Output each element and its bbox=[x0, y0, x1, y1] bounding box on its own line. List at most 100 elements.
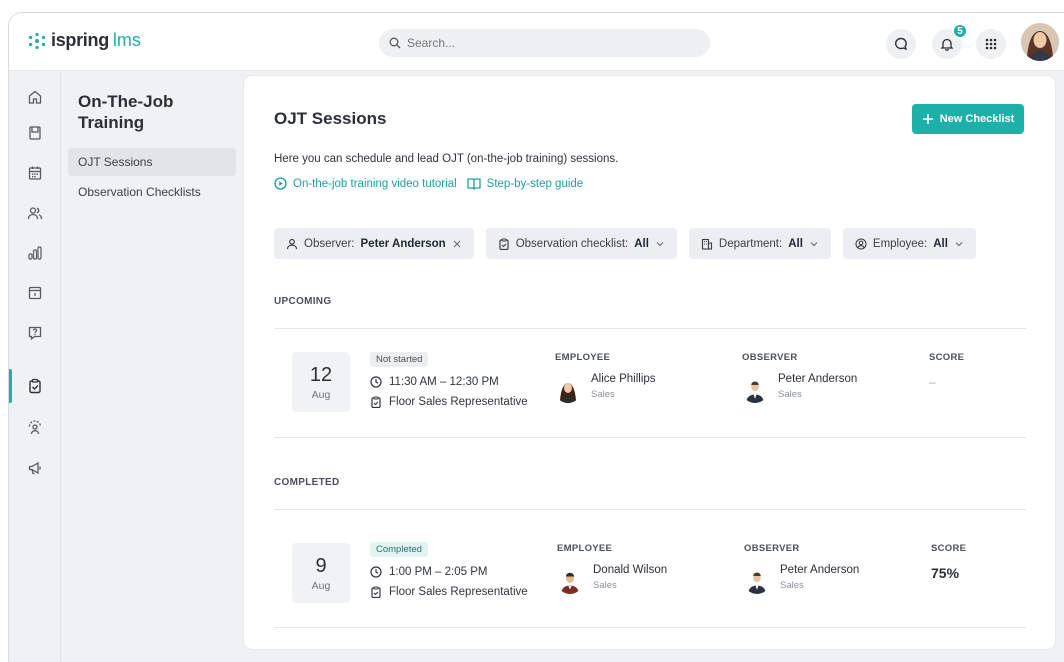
session-row-upcoming[interactable]: 12 Aug Not started 11:30 AM – 12:30 PM F… bbox=[274, 329, 1026, 439]
filter-observer-label: Observer: bbox=[304, 237, 355, 250]
session-time: 11:30 AM – 12:30 PM bbox=[370, 376, 499, 388]
page-title: OJT Sessions bbox=[274, 109, 387, 128]
search-input[interactable] bbox=[407, 36, 687, 50]
user-circle-icon bbox=[855, 237, 867, 250]
session-date: 12 Aug bbox=[292, 352, 350, 412]
clock-icon bbox=[370, 376, 382, 388]
observer-name: Peter Anderson bbox=[780, 564, 860, 576]
observer-avatar-image bbox=[744, 568, 770, 594]
filter-employee[interactable]: Employee: All bbox=[842, 228, 976, 259]
ispring-logo-icon bbox=[28, 32, 46, 49]
section-nav: On-The-Job Training OJT Sessions Observa… bbox=[62, 71, 244, 662]
clipboard-check-icon bbox=[371, 586, 381, 598]
home-icon bbox=[28, 90, 42, 104]
observer-column-header: OBSERVER bbox=[742, 352, 798, 363]
chevron-down-icon bbox=[810, 241, 818, 246]
status-badge: Completed bbox=[370, 542, 428, 557]
filter-checklist[interactable]: Observation checklist: All bbox=[485, 228, 677, 259]
filter-observer-value: Peter Anderson bbox=[360, 237, 446, 250]
filter-department[interactable]: Department: All bbox=[688, 228, 831, 259]
session-row-completed[interactable]: 9 Aug Completed 1:00 PM – 2:05 PM Floor … bbox=[274, 519, 1026, 629]
rail-events[interactable] bbox=[23, 281, 47, 305]
clipboard-check-icon bbox=[371, 396, 381, 408]
observer-avatar-image bbox=[742, 377, 768, 403]
notifications-button[interactable]: 5 bbox=[932, 23, 968, 59]
video-tutorial-link[interactable]: On-the-job training video tutorial bbox=[274, 177, 457, 190]
new-checklist-button[interactable]: New Checklist bbox=[912, 104, 1024, 134]
session-observer[interactable]: Peter Anderson Sales bbox=[744, 564, 859, 594]
filter-observer[interactable]: Observer: Peter Anderson bbox=[274, 228, 474, 259]
employee-avatar-image bbox=[557, 568, 583, 594]
session-observer[interactable]: Peter Anderson Sales bbox=[742, 373, 857, 403]
employee-column-header: EMPLOYEE bbox=[557, 543, 613, 554]
filter-employee-label: Employee: bbox=[872, 237, 928, 250]
rail-mentoring[interactable] bbox=[23, 416, 47, 440]
employee-department: Sales bbox=[593, 580, 617, 591]
upcoming-heading: UPCOMING bbox=[274, 296, 332, 307]
filter-bar: Observer: Peter Anderson Observation che… bbox=[274, 228, 976, 259]
clipboard-icon bbox=[499, 238, 509, 250]
rail-reports[interactable] bbox=[23, 241, 47, 265]
session-day: 9 bbox=[315, 554, 327, 577]
rail-calendar[interactable] bbox=[23, 161, 47, 185]
apps-button[interactable] bbox=[976, 29, 1006, 59]
user-avatar[interactable] bbox=[1021, 23, 1059, 61]
score-column-header: SCORE bbox=[931, 543, 967, 554]
chevron-down-icon bbox=[656, 241, 664, 246]
session-time-text: 11:30 AM – 12:30 PM bbox=[389, 376, 499, 388]
rail-courses[interactable] bbox=[23, 121, 47, 145]
building-icon bbox=[701, 238, 712, 250]
clear-icon[interactable] bbox=[452, 239, 462, 249]
session-checklist: Floor Sales Representative bbox=[370, 586, 528, 598]
rail-ojt[interactable] bbox=[23, 374, 47, 398]
logo-suffix: lms bbox=[112, 30, 141, 50]
session-month: Aug bbox=[311, 388, 331, 401]
nav-item-ojt-sessions[interactable]: OJT Sessions bbox=[68, 148, 236, 176]
employee-name: Alice Phillips bbox=[591, 373, 656, 385]
divider bbox=[274, 509, 1026, 510]
top-bar: ispring lms 5 bbox=[9, 13, 1064, 71]
users-icon bbox=[27, 207, 43, 220]
observer-avatar bbox=[744, 568, 770, 594]
help-links: On-the-job training video tutorial Step-… bbox=[274, 177, 583, 190]
open-book-icon bbox=[467, 178, 481, 190]
step-guide-link[interactable]: Step-by-step guide bbox=[467, 177, 584, 190]
calendar-icon bbox=[28, 166, 42, 180]
rail-home[interactable] bbox=[23, 85, 47, 109]
session-date: 9 Aug bbox=[292, 543, 350, 603]
session-employee[interactable]: Alice Phillips Sales bbox=[555, 373, 656, 403]
observer-avatar bbox=[742, 377, 768, 403]
observer-name: Peter Anderson bbox=[778, 373, 858, 385]
rail-users[interactable] bbox=[23, 201, 47, 225]
search-icon bbox=[389, 37, 401, 49]
nav-item-observation-checklists[interactable]: Observation Checklists bbox=[68, 178, 236, 206]
completed-heading: COMPLETED bbox=[274, 477, 340, 488]
chat-button[interactable] bbox=[886, 29, 916, 59]
filter-department-value: All bbox=[788, 237, 803, 250]
session-employee[interactable]: Donald Wilson Sales bbox=[557, 564, 667, 594]
apps-grid-icon bbox=[985, 38, 997, 50]
notification-badge: 5 bbox=[952, 23, 968, 39]
bell-icon bbox=[940, 38, 954, 51]
step-guide-label: Step-by-step guide bbox=[486, 177, 584, 190]
icon-rail bbox=[9, 71, 61, 662]
event-icon bbox=[28, 286, 42, 300]
rail-quiz[interactable] bbox=[23, 321, 47, 345]
person-icon bbox=[286, 238, 298, 249]
filter-department-label: Department: bbox=[718, 237, 783, 250]
rail-announcements[interactable] bbox=[23, 456, 47, 480]
book-icon bbox=[29, 126, 41, 140]
question-icon bbox=[28, 326, 42, 341]
chat-icon bbox=[895, 37, 908, 51]
logo-text: ispring bbox=[51, 30, 109, 50]
observer-department: Sales bbox=[780, 580, 804, 591]
employee-department: Sales bbox=[591, 389, 615, 400]
logo[interactable]: ispring lms bbox=[27, 30, 141, 51]
session-score: 75% bbox=[931, 565, 960, 581]
play-circle-icon bbox=[274, 177, 287, 190]
filter-checklist-label: Observation checklist: bbox=[515, 237, 629, 250]
observer-column-header: OBSERVER bbox=[744, 543, 800, 554]
session-score: – bbox=[929, 375, 936, 389]
employee-avatar bbox=[555, 377, 581, 403]
main-content: OJT Sessions New Checklist Here you can … bbox=[244, 76, 1055, 649]
